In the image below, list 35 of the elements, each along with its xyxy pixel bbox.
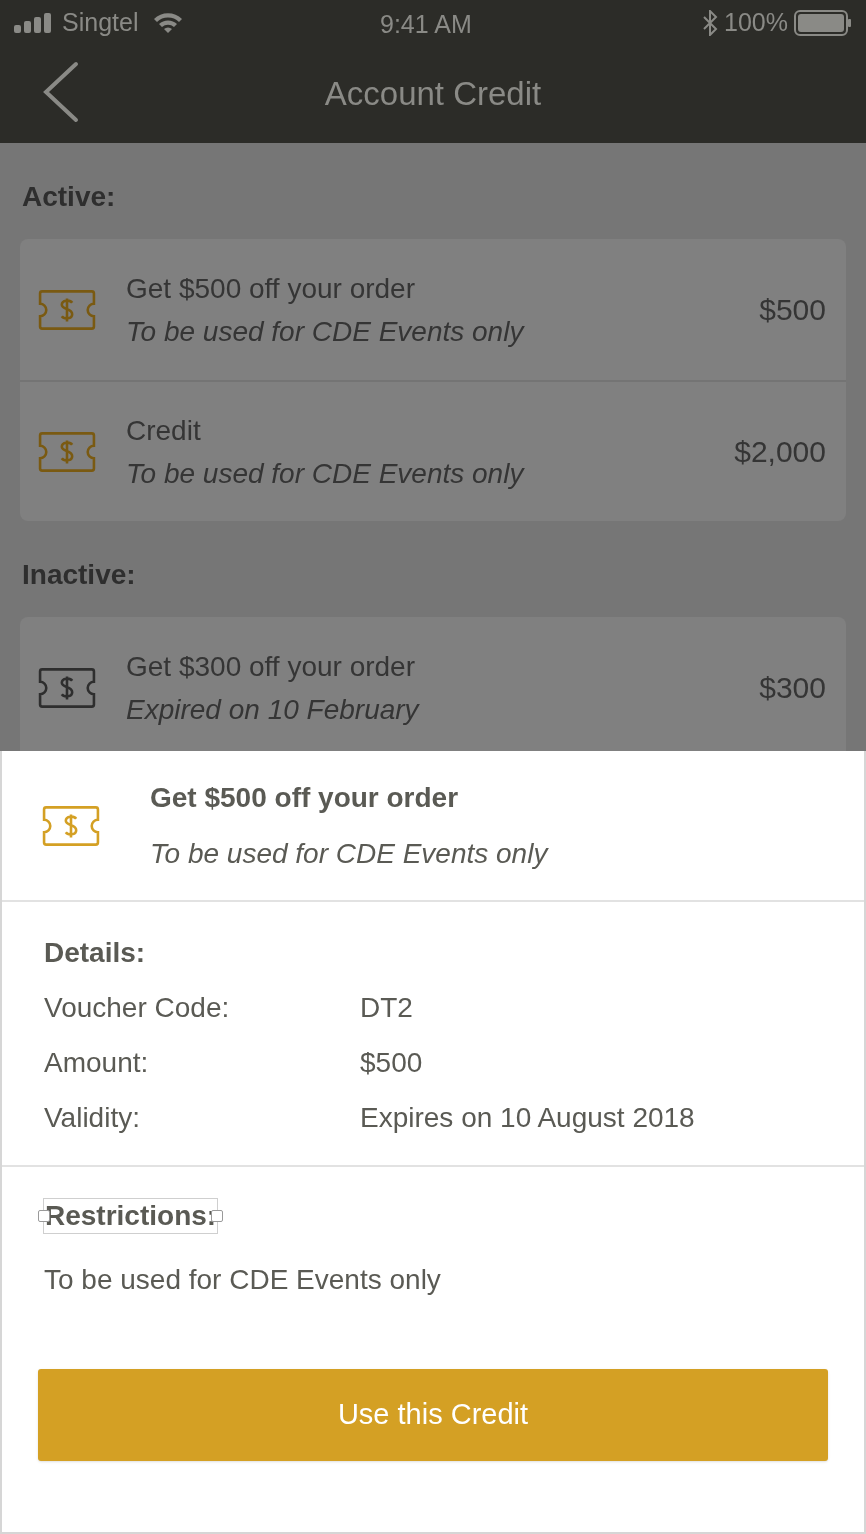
carrier-name: Singtel — [62, 6, 139, 38]
voucher-title: Get $500 off your order — [150, 780, 460, 815]
credit-title: Get $300 off your order — [126, 649, 416, 684]
signal-icon — [14, 12, 54, 33]
credit-row[interactable]: Get $500 off your order To be used for CDE Events only $500 — [20, 239, 846, 380]
detail-label: Validity: — [44, 1101, 141, 1134]
section-heading: Inactive: — [21, 561, 137, 589]
credit-title: Credit — [126, 413, 202, 448]
status-time: 9:41 AM — [380, 9, 472, 40]
credit-row[interactable]: Credit To be used for CDE Events only $2,000 — [20, 380, 846, 521]
restrictions-text: To be used for CDE Events only — [44, 1263, 442, 1297]
ticket-icon — [42, 804, 100, 847]
detail-label: Amount: — [44, 1046, 150, 1079]
voucher-subtitle: To be used for CDE Events only — [150, 836, 548, 871]
battery-icon — [794, 9, 852, 36]
wifi-icon — [152, 10, 185, 35]
credit-amount: $2,000 — [734, 434, 826, 470]
details-heading: Details: — [44, 936, 147, 969]
detail-label: Voucher Code: — [44, 991, 231, 1024]
credit-title: Get $500 off your order — [126, 271, 416, 306]
detail-value: DT2 — [360, 991, 413, 1024]
use-credit-button[interactable]: Use this Credit — [38, 1369, 828, 1461]
battery-percentage: 100% — [724, 6, 788, 38]
detail-value: $500 — [360, 1046, 423, 1079]
screen-title: Account Credit — [324, 74, 542, 115]
detail-value: Expires on 10 August 2018 — [360, 1101, 695, 1134]
restrictions-heading: Restrictions: — [44, 1199, 218, 1233]
credit-amount: $500 — [759, 292, 826, 328]
credit-subtitle: To be used for CDE Events only — [126, 456, 524, 491]
credit-row[interactable]: Get $300 off your order Expired on 10 February $300 — [20, 617, 846, 751]
credit-subtitle: Expired on 10 February — [126, 692, 419, 727]
credit-subtitle: To be used for CDE Events only — [126, 314, 524, 349]
section-heading: Active: — [21, 183, 117, 211]
bluetooth-icon — [702, 9, 719, 36]
credit-amount: $300 — [759, 670, 826, 706]
